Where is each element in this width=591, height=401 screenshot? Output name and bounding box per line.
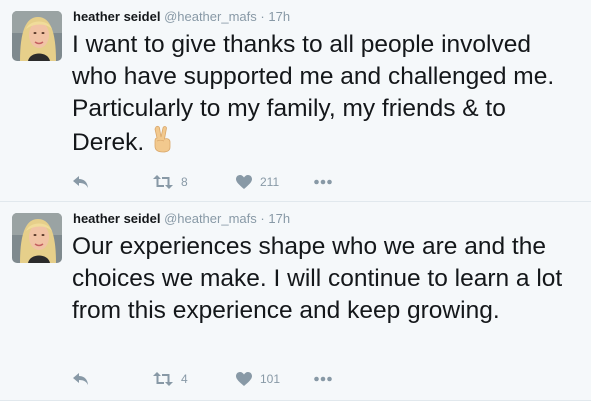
tweet-text-container: I want to give thanks to all people invo… <box>72 29 582 162</box>
separator: · <box>260 211 265 226</box>
tweet-text: Our experiences shape who we are and the… <box>72 233 563 324</box>
avatar[interactable] <box>12 213 62 263</box>
reply-button[interactable] <box>72 172 90 192</box>
tweet-actions: 8 211 <box>72 172 372 192</box>
tweet-actions: 4 101 <box>72 369 372 389</box>
like-count: 101 <box>260 372 281 386</box>
more-button[interactable] <box>314 369 332 389</box>
retweet-count: 4 <box>181 372 188 386</box>
timestamp[interactable]: 17h <box>268 9 290 24</box>
more-button[interactable] <box>314 172 332 192</box>
more-icon <box>314 179 332 185</box>
tweet[interactable]: heather seidel @heather_mafs · 17h I wan… <box>0 0 591 202</box>
victory-hand-icon <box>150 125 174 162</box>
author-handle[interactable]: @heather_mafs <box>164 211 257 226</box>
reply-icon <box>73 373 88 385</box>
heart-icon <box>236 175 252 189</box>
tweet-text-container: Our experiences shape who we are and the… <box>72 231 582 327</box>
retweet-button[interactable]: 8 <box>153 172 188 192</box>
retweet-count: 8 <box>181 175 188 189</box>
more-icon <box>314 376 332 382</box>
heart-icon <box>236 372 252 386</box>
tweet-header: heather seidel @heather_mafs · 17h <box>73 9 290 24</box>
author-name[interactable]: heather seidel <box>73 211 160 226</box>
tweet-header: heather seidel @heather_mafs · 17h <box>73 211 290 226</box>
avatar[interactable] <box>12 11 62 61</box>
like-count: 211 <box>260 175 280 189</box>
separator: · <box>260 9 265 24</box>
retweet-button[interactable]: 4 <box>153 369 188 389</box>
author-name[interactable]: heather seidel <box>73 9 160 24</box>
reply-button[interactable] <box>72 369 90 389</box>
retweet-icon <box>153 175 173 189</box>
tweet-text: I want to give thanks to all people invo… <box>72 31 555 156</box>
like-button[interactable]: 101 <box>236 369 280 389</box>
reply-icon <box>73 176 88 188</box>
author-handle[interactable]: @heather_mafs <box>164 9 257 24</box>
tweet[interactable]: heather seidel @heather_mafs · 17h Our e… <box>0 202 591 401</box>
timestamp[interactable]: 17h <box>268 211 290 226</box>
like-button[interactable]: 211 <box>236 172 279 192</box>
retweet-icon <box>153 372 173 386</box>
